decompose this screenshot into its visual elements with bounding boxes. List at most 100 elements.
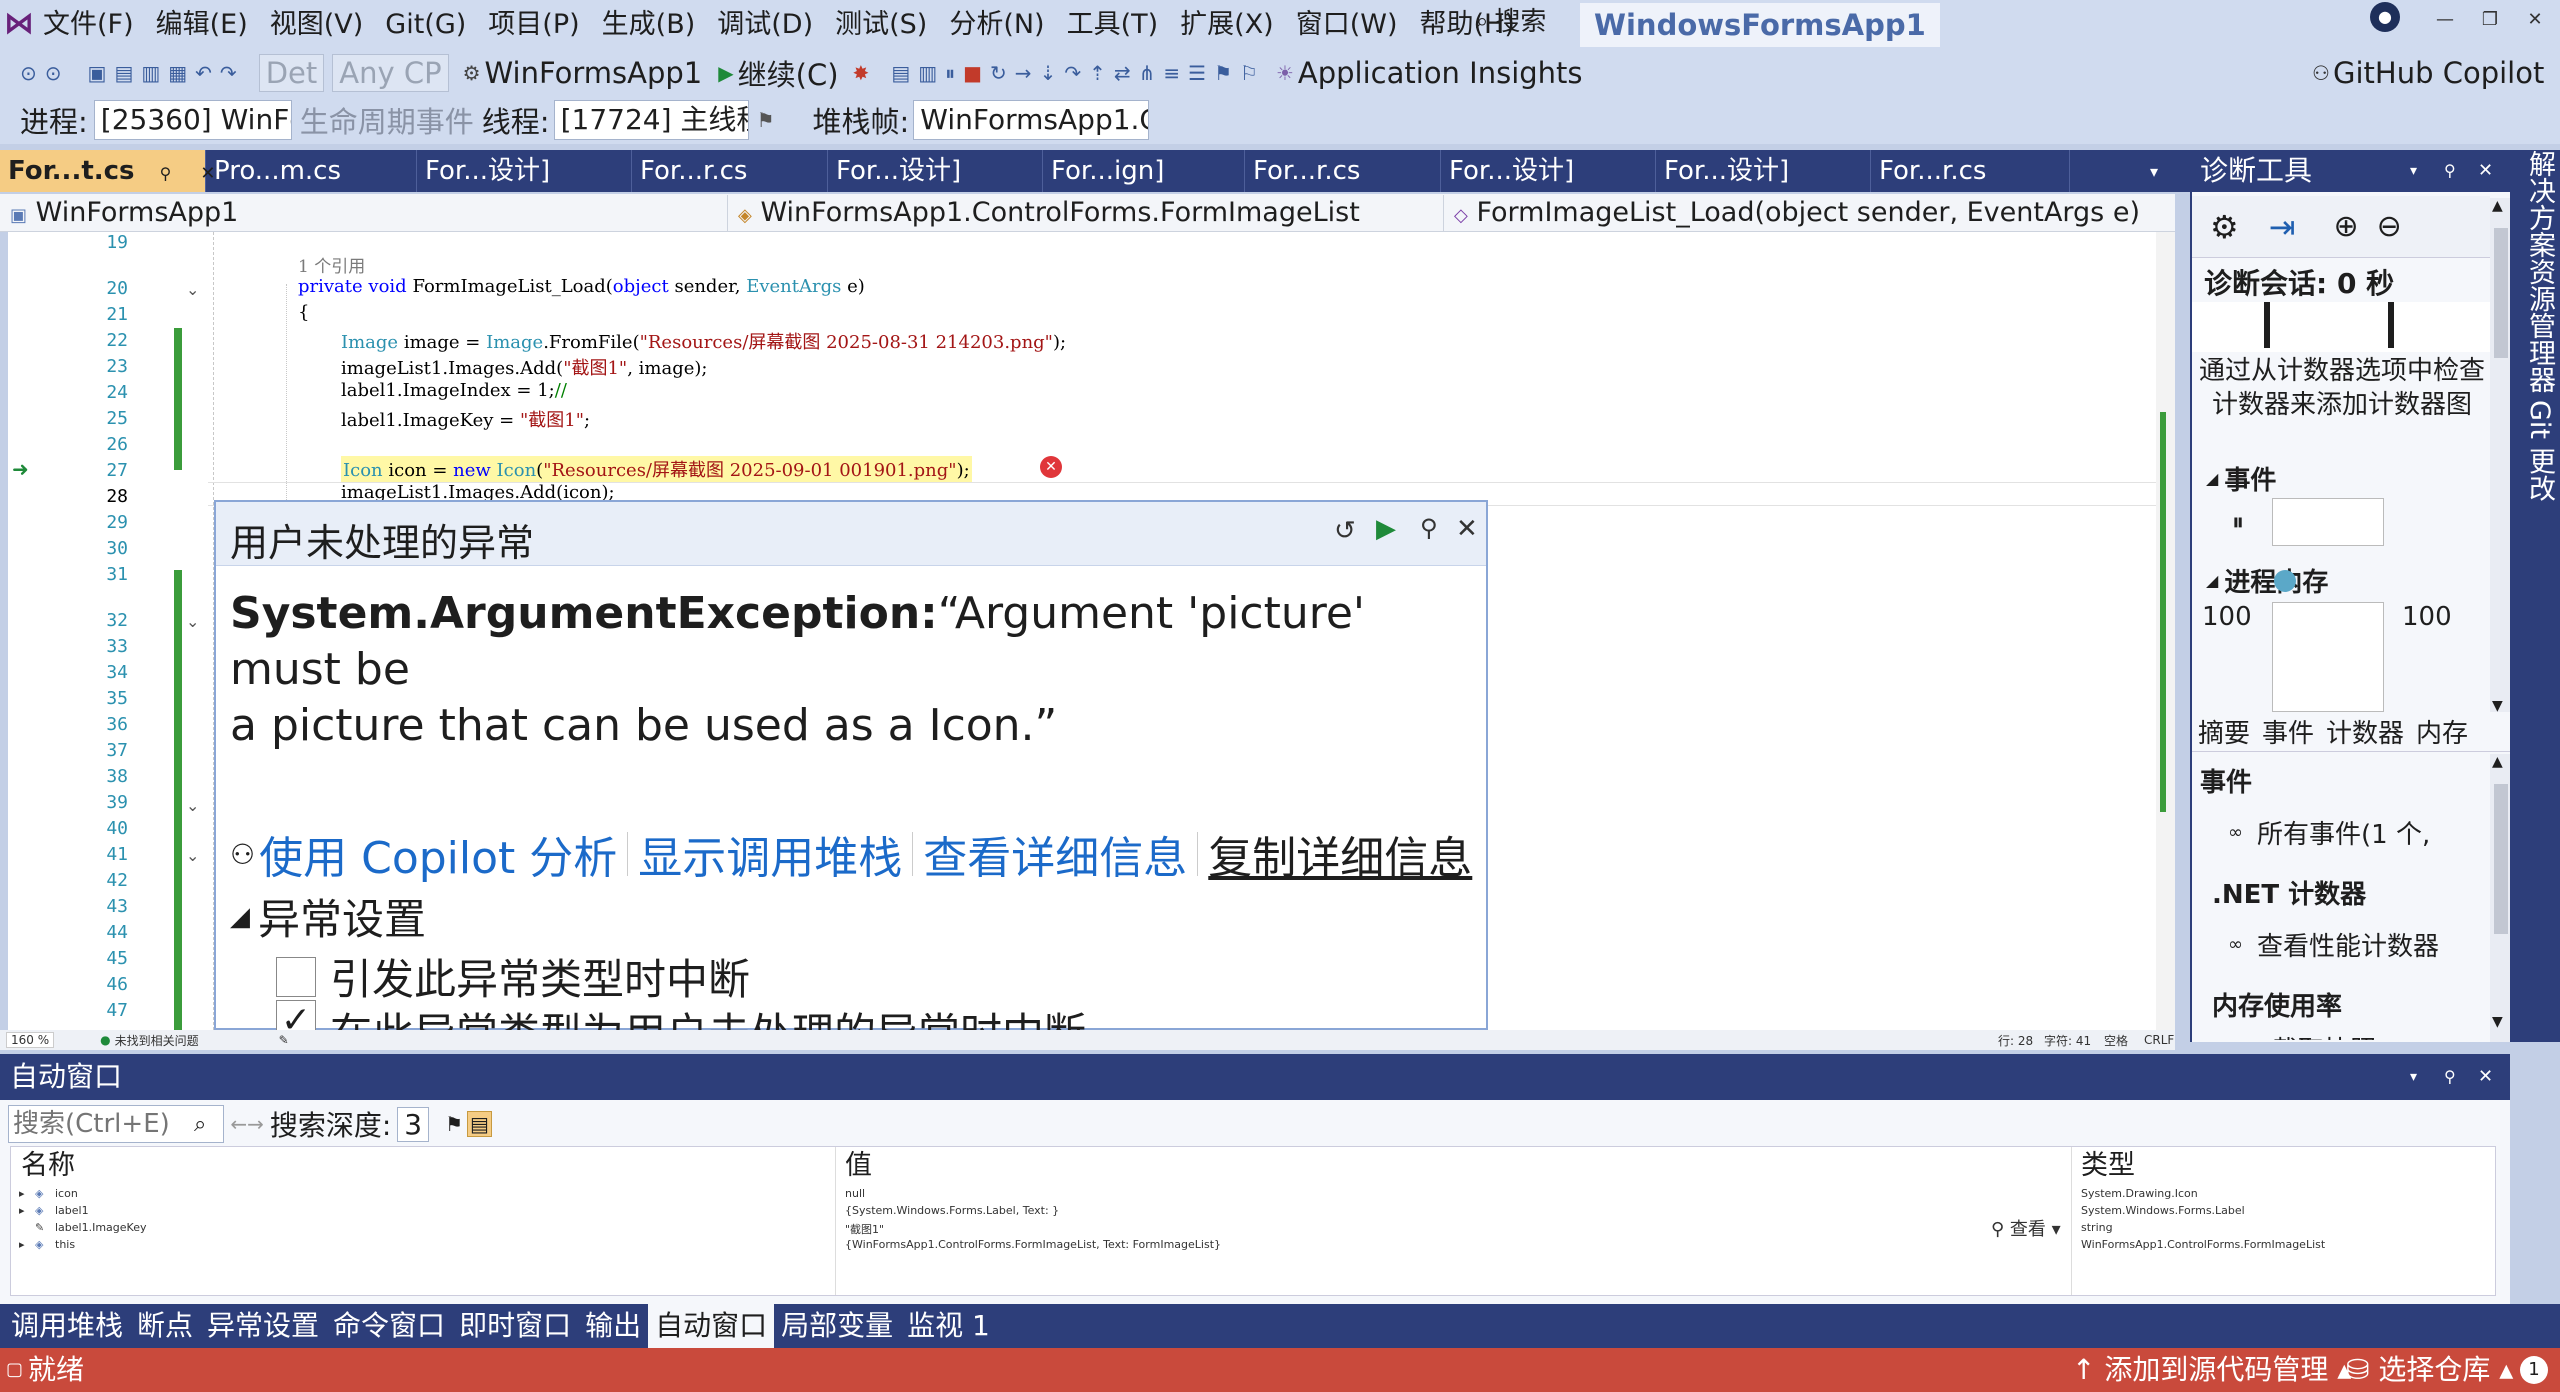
expand-icon[interactable]: ▸ [19,1204,25,1217]
view-details-link[interactable]: 查看详细信息 [923,822,1187,886]
save-icon[interactable]: ▥ [137,61,164,85]
take-snapshot-row[interactable]: 截取快照 [2272,1030,2376,1040]
tab-design-3[interactable]: For...ign] [1043,150,1245,192]
dropdown-icon[interactable]: ▾ [2410,1054,2417,1100]
line-ending-indicator[interactable]: CRLF [2144,1033,2174,1047]
tab-designer-2[interactable]: For...设计] [828,150,1043,192]
hot-reload-icon[interactable]: ✸ [849,61,874,85]
column-value-header[interactable]: 值 [845,1147,872,1185]
tab-designer-5[interactable]: For...设计] [1656,150,1871,192]
column-indicator[interactable]: 字符: 41 [2044,1032,2091,1049]
restart-icon[interactable]: ↻ [986,61,1011,85]
configuration-select[interactable]: Det [258,54,325,92]
collapse-icon[interactable]: ⌄ [186,846,199,865]
tab-form-cs-1[interactable]: For...r.cs [632,150,828,192]
tab-exception-settings[interactable]: 异常设置 [200,1304,326,1348]
break-when-unhandled-checkbox[interactable]: ✓ [276,1000,316,1030]
zoom-out-icon[interactable]: ⊖ [2377,209,2402,244]
nav-arrows-icon[interactable]: ←→ [230,1112,264,1136]
close-panel-icon[interactable]: ✕ [2478,1054,2493,1100]
bookmark-icon[interactable]: ⚑ [1210,61,1236,85]
scroll-up-icon[interactable]: ▲ [2492,754,2503,770]
filter-icon[interactable]: ⚑ [445,1112,463,1136]
undo-icon[interactable]: ↶ [191,61,216,85]
attach-icon[interactable]: ▤ [887,61,914,85]
notifications-badge[interactable]: 1 [2520,1356,2548,1384]
events-section-header[interactable]: ◢ 事件 [2206,460,2276,497]
process-select[interactable]: [25360] WinFc [93,100,292,140]
show-call-stack-link[interactable]: 显示调用堆栈 [638,822,902,886]
redo-icon[interactable]: ↷ [216,61,241,85]
hex-icon[interactable]: ⇄ [1110,61,1135,85]
continue-icon[interactable]: ▶ [1376,514,1396,544]
menu-edit[interactable]: 编辑(E) [145,0,259,50]
break-all-icon[interactable]: ⏸ [941,61,959,85]
column-type-header[interactable]: 类型 [2081,1147,2135,1185]
copilot-button[interactable]: GitHub Copilot [2333,56,2544,90]
restore-icon[interactable]: ❐ [2465,0,2515,40]
menu-analyze[interactable]: 分析(N) [938,0,1055,50]
step-into-icon[interactable]: ⇣ [1036,61,1061,85]
line-indicator[interactable]: 行: 28 [1998,1032,2033,1049]
brush-icon[interactable]: ✎ [279,1033,289,1047]
break-when-unhandled-option[interactable]: ✓ 在此异常类型为用户未处理的异常时中断 [276,1000,1086,1030]
table-row[interactable]: ✎ label1.ImageKey "截图1" ⚲ 查看 ▾ string [11,1219,2495,1240]
close-panel-icon[interactable]: ✕ [2478,150,2493,192]
select-repository-button[interactable]: ⛁ 选择仓库 ▴ [2346,1348,2513,1392]
dropdown-icon[interactable]: ▾ [2410,150,2417,192]
tab-designer-4[interactable]: For...设计] [1441,150,1656,192]
lifecycle-events-button[interactable]: 生命周期事件 [300,99,474,141]
row-value[interactable]: {WinFormsApp1.ControlForms.FormImageList… [845,1238,1221,1251]
search-depth-select[interactable]: 3 [397,1106,430,1142]
menu-view[interactable]: 视图(V) [259,0,375,50]
scroll-up-icon[interactable]: ▲ [2492,198,2503,214]
hex-display-icon[interactable]: ▤ [467,1111,492,1137]
app-insights-button[interactable]: Application Insights [1298,56,1583,90]
break-when-thrown-option[interactable]: 引发此异常类型时中断 [276,946,750,1007]
forward-icon[interactable]: ⊙ [41,61,66,85]
tab-program-cs[interactable]: Pro...m.cs [206,150,417,192]
add-to-source-control-button[interactable]: ↑ 添加到源代码管理 ▴ [2072,1348,2351,1392]
table-row[interactable]: ▸ ◈ icon null System.Drawing.Icon [11,1187,2495,1204]
menu-file[interactable]: 文件(F) [32,0,145,50]
new-item-icon[interactable]: ▣ [84,61,111,85]
column-name-header[interactable]: 名称 [21,1147,75,1185]
save-all-icon[interactable]: ▦ [164,61,191,85]
scrollbar-thumb[interactable] [2494,784,2508,934]
step-out-icon[interactable]: ⇡ [1085,61,1110,85]
project-dropdown[interactable]: ▣ WinFormsApp1 [0,194,728,231]
collapse-icon[interactable]: ⌄ [186,796,199,815]
close-icon[interactable]: ✕ [2510,0,2560,40]
open-icon[interactable]: ▤ [110,61,137,85]
class-dropdown[interactable]: ◈ WinFormsApp1.ControlForms.FormImageLis… [728,194,1444,231]
tab-call-stack[interactable]: 调用堆栈 [4,1304,130,1348]
issues-indicator[interactable]: 未找到相关问题 [115,1032,199,1049]
member-dropdown[interactable]: ◇ FormImageList_Load(object sender, Even… [1444,195,2167,231]
pin-icon[interactable]: ⚲ [1420,514,1438,542]
pin-icon[interactable]: ⚲ [2444,1054,2456,1100]
settings-gear-icon[interactable]: ⚙ [2210,208,2239,246]
stop-debugging-icon[interactable]: ■ [959,61,986,85]
exception-settings-header[interactable]: ◢ 异常设置 [230,886,426,947]
close-popup-icon[interactable]: ✕ [1456,514,1478,544]
copilot-analyze-link[interactable]: 使用 Copilot 分析 [259,822,617,886]
row-value[interactable]: null [845,1187,865,1200]
minimize-icon[interactable]: — [2420,0,2470,40]
tab-overflow-icon[interactable]: ▾ [2150,162,2158,181]
menu-build[interactable]: 生成(B) [591,0,707,50]
tab-output[interactable]: 输出 [578,1304,648,1348]
collapse-icon[interactable]: ⌄ [186,280,199,299]
pin-icon[interactable]: ⚲ [160,164,172,183]
solution-explorer-tab[interactable]: 解决方案资源管理器 [2520,150,2559,393]
memory-chart[interactable] [2272,602,2384,712]
zoom-select[interactable]: 160 % [6,1032,55,1048]
tab-breakpoints[interactable]: 断点 [130,1304,200,1348]
comment-icon[interactable]: ☰ [1184,61,1210,85]
stack-frame-select[interactable]: WinFormsApp1.C [913,100,1150,140]
whitespace-indicator[interactable]: 空格 [2104,1032,2128,1049]
search-icon[interactable]: ⌕ [194,1112,206,1137]
back-icon[interactable]: ⊙ [16,61,41,85]
expand-icon[interactable]: ▸ [19,1187,25,1200]
tab-counters[interactable]: 计数器 [2320,713,2410,750]
autos-search-input[interactable] [8,1105,224,1143]
